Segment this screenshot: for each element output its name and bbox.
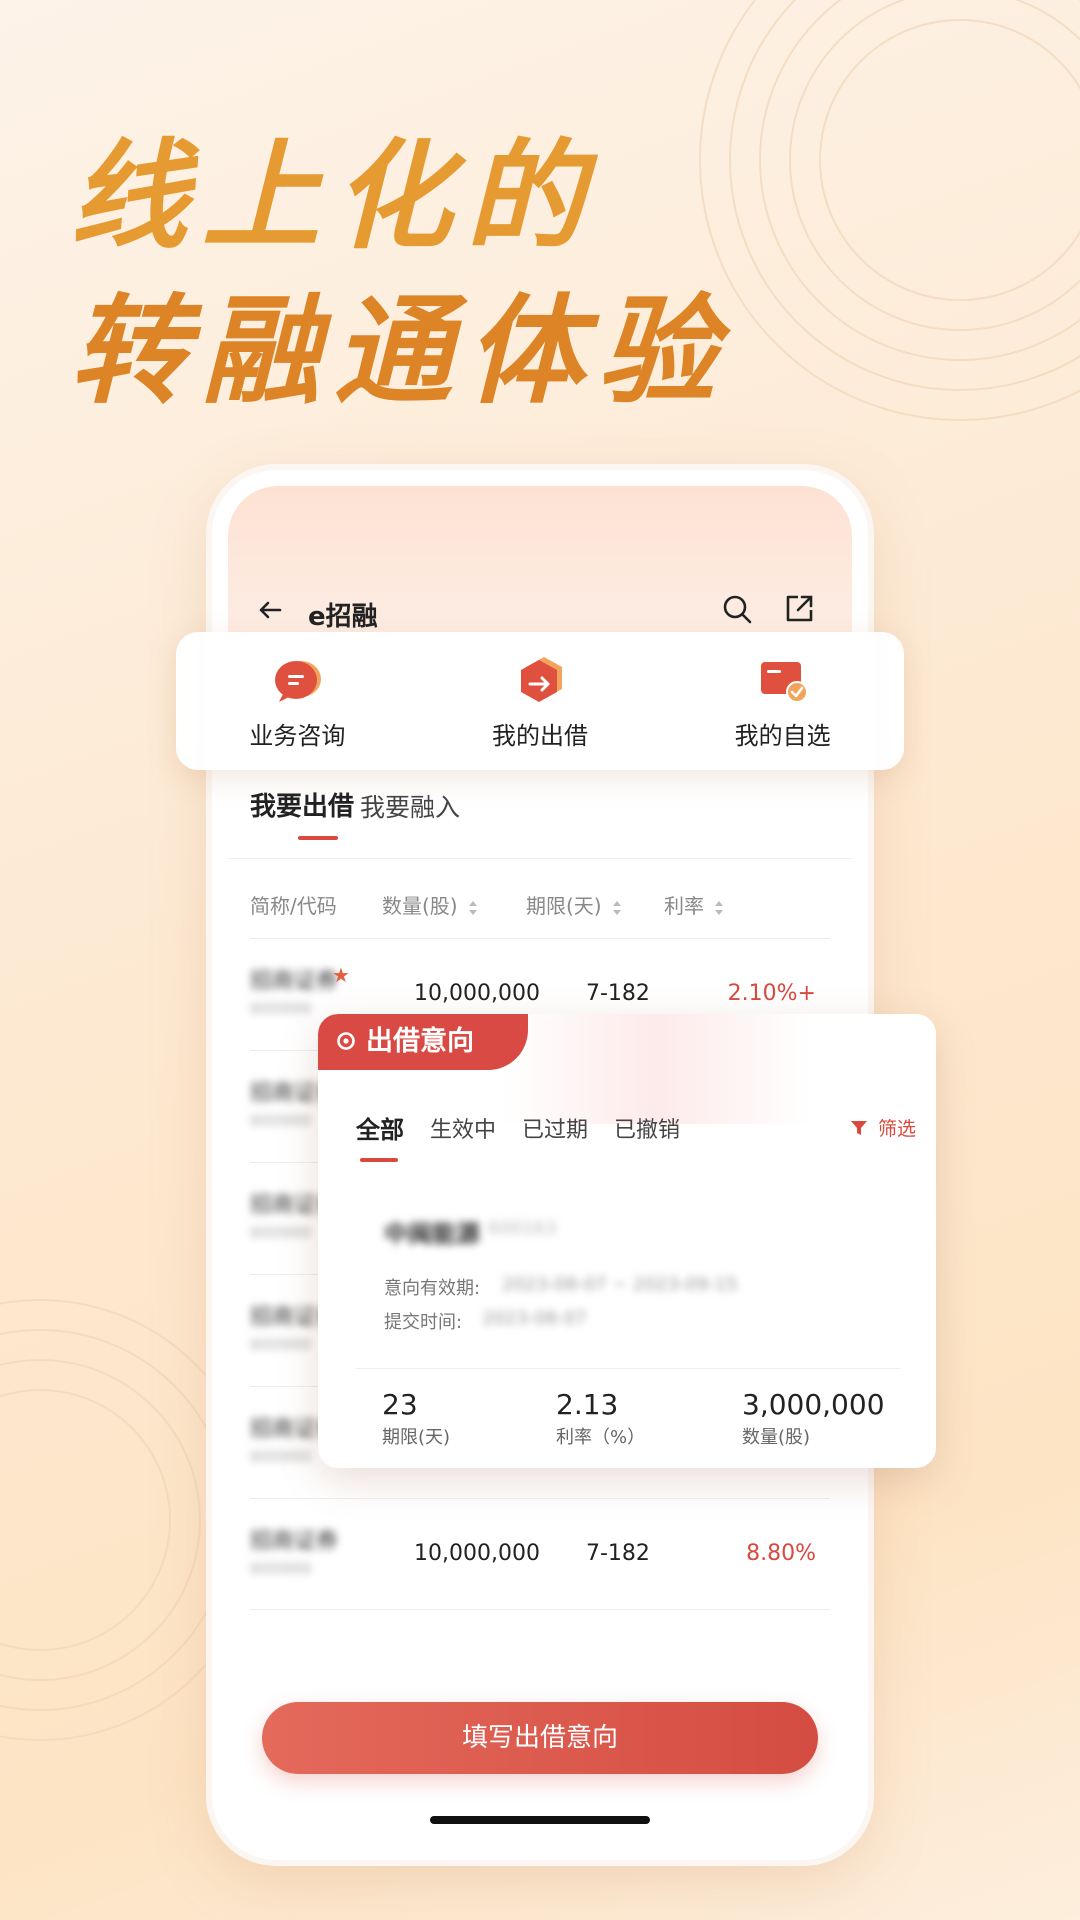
rate: 2.10%+ bbox=[727, 981, 816, 1006]
page-title: e招融 bbox=[308, 602, 378, 632]
stat-term-value: 23 bbox=[382, 1388, 418, 1421]
quick-action-consult[interactable]: 业务咨询 bbox=[207, 652, 387, 751]
search-icon[interactable] bbox=[720, 592, 754, 626]
filter-label: 筛选 bbox=[877, 1118, 916, 1140]
intent-stock-name: 中闽能源 bbox=[384, 1220, 480, 1248]
tab-lend[interactable]: 我要出借 bbox=[250, 786, 354, 823]
sort-icon bbox=[468, 900, 477, 915]
submit-time-value: 2023-08-07 bbox=[482, 1308, 587, 1329]
valid-period-label: 意向有效期: bbox=[384, 1278, 481, 1299]
divider bbox=[356, 1368, 900, 1369]
stat-qty-value: 3,000,000 bbox=[742, 1388, 885, 1421]
tab-borrow[interactable]: 我要融入 bbox=[360, 788, 460, 824]
table-row[interactable]: 招商证券 600999 10,000,000 7-182 8.80% bbox=[250, 1498, 830, 1610]
stat-rate: 2.13 利率（%） bbox=[556, 1388, 645, 1449]
stock-name: 招商证券 bbox=[250, 1529, 339, 1554]
sort-icon bbox=[715, 900, 724, 915]
column-name: 简称/代码 bbox=[250, 894, 337, 918]
column-rate-label: 利率 bbox=[664, 894, 704, 918]
intent-tab-bar: 全部 生效中 已过期 已撤销 筛选 bbox=[356, 1110, 916, 1170]
intent-tag-label: 出借意向 bbox=[366, 1026, 474, 1057]
headline-line-2: 转融通体验 bbox=[70, 282, 731, 420]
intent-item[interactable]: 中闽能源 600163 意向有效期: 2023-08-07 ~ 2023-09-… bbox=[356, 1192, 900, 1448]
stock-code: 600999 bbox=[250, 999, 312, 1018]
stat-rate-value: 2.13 bbox=[556, 1388, 619, 1421]
stat-term-label: 期限(天) bbox=[382, 1427, 451, 1448]
stock-name: 招商证券 bbox=[250, 969, 339, 994]
stock-code: 600999 bbox=[250, 1559, 312, 1578]
tab-active[interactable]: 生效中 bbox=[430, 1112, 496, 1144]
tab-bar: 我要出借 我要融入 bbox=[250, 786, 830, 846]
filter-icon bbox=[850, 1121, 867, 1135]
quick-action-label: 我的出借 bbox=[491, 721, 588, 750]
lending-intent-card: 出借意向 全部 生效中 已过期 已撤销 筛选 中闽能源 600163 意向有效期… bbox=[318, 1014, 936, 1468]
quick-actions-card: 业务咨询 我的出借 我的自选 bbox=[176, 632, 904, 770]
column-term[interactable]: 期限(天) bbox=[526, 890, 622, 919]
stock-code: 600999 bbox=[250, 1111, 312, 1130]
home-indicator bbox=[430, 1816, 650, 1824]
quantity: 10,000,000 bbox=[414, 1541, 540, 1566]
tab-expired[interactable]: 已过期 bbox=[522, 1112, 588, 1144]
stat-rate-label: 利率（%） bbox=[556, 1427, 646, 1448]
quick-action-watchlist[interactable]: 我的自选 bbox=[693, 652, 873, 751]
term: 7-182 bbox=[586, 1541, 650, 1566]
chat-bubble-icon bbox=[275, 660, 322, 702]
column-qty[interactable]: 数量(股) bbox=[382, 890, 478, 919]
divider bbox=[228, 858, 852, 859]
favorite-star-icon: ★ bbox=[332, 963, 350, 987]
stock-code: 600999 bbox=[250, 1447, 312, 1466]
submit-time-label: 提交时间: bbox=[384, 1312, 463, 1333]
term: 7-182 bbox=[586, 981, 650, 1006]
stock-code: 600999 bbox=[250, 1335, 312, 1354]
quantity: 10,000,000 bbox=[414, 981, 540, 1006]
filter-button[interactable]: 筛选 bbox=[850, 1114, 916, 1141]
headline-line-1: 线上化的 bbox=[70, 127, 599, 265]
valid-period-value: 2023-08-07 ~ 2023-09-15 bbox=[502, 1274, 738, 1295]
lend-hexagon-icon bbox=[520, 656, 562, 702]
active-tab-indicator bbox=[360, 1158, 398, 1162]
quick-action-my-lending[interactable]: 我的出借 bbox=[450, 652, 630, 751]
intent-tag: 出借意向 bbox=[318, 1014, 528, 1070]
column-term-label: 期限(天) bbox=[526, 894, 602, 918]
circle-dot-icon bbox=[337, 1032, 355, 1050]
stat-term: 23 期限(天) bbox=[382, 1388, 450, 1449]
sort-icon bbox=[612, 900, 621, 915]
tab-revoked[interactable]: 已撤销 bbox=[614, 1112, 680, 1144]
column-rate[interactable]: 利率 bbox=[664, 890, 724, 919]
stat-qty: 3,000,000 数量(股) bbox=[742, 1388, 885, 1449]
rate: 8.80% bbox=[746, 1541, 816, 1566]
active-tab-indicator bbox=[298, 836, 338, 840]
table-header: 简称/代码 数量(股) 期限(天) 利率 bbox=[250, 890, 830, 930]
arrow-left-icon[interactable] bbox=[254, 594, 286, 626]
quick-action-label: 业务咨询 bbox=[249, 721, 346, 750]
column-qty-label: 数量(股) bbox=[382, 894, 458, 918]
stat-qty-label: 数量(股) bbox=[742, 1427, 811, 1448]
watchlist-card-icon bbox=[760, 661, 808, 703]
quick-action-label: 我的自选 bbox=[734, 721, 831, 750]
intent-stock-code: 600163 bbox=[488, 1218, 557, 1239]
share-icon[interactable] bbox=[782, 592, 816, 626]
stock-code: 600999 bbox=[250, 1223, 312, 1242]
fill-intent-button[interactable]: 填写出借意向 bbox=[262, 1702, 818, 1774]
tab-all[interactable]: 全部 bbox=[356, 1110, 404, 1145]
